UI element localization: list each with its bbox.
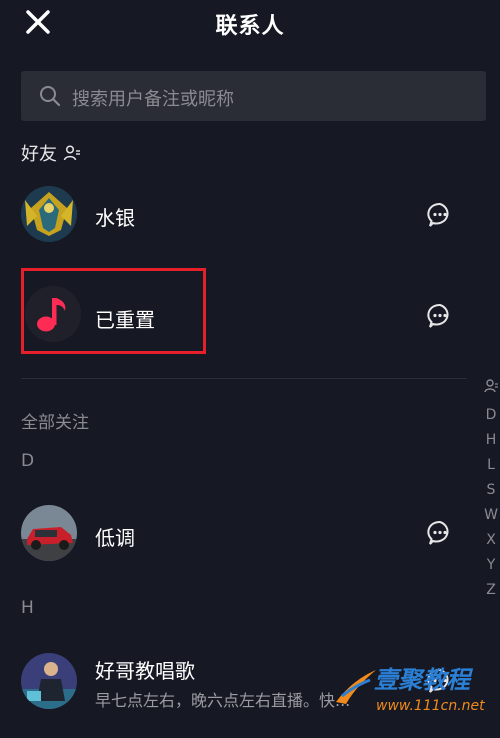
avatar (21, 653, 77, 709)
friends-user-icon (63, 145, 80, 161)
index-letter[interactable]: X (481, 528, 500, 553)
message-button[interactable] (427, 303, 453, 329)
friend-name: 水银 (95, 206, 135, 230)
chat-bubble-icon (427, 304, 449, 328)
list-item-friend-1[interactable]: 水银 (0, 183, 480, 247)
friends-label-text: 好友 (21, 144, 57, 165)
message-button[interactable] (427, 202, 453, 228)
following-section-label: 全部关注 (21, 413, 89, 433)
index-letter[interactable]: Y (481, 553, 500, 578)
watermark: 壹聚教程 www.111cn.net (334, 660, 500, 738)
group-letter-h: H (21, 598, 34, 618)
search-placeholder: 搜索用户备注或昵称 (72, 89, 234, 110)
divider (21, 378, 467, 379)
chat-bubble-icon (427, 203, 449, 227)
friends-section-label: 好友 (21, 140, 57, 166)
index-letter[interactable]: Z (481, 578, 500, 603)
watermark-url: www.111cn.net (376, 698, 485, 714)
page-title: 联系人 (215, 14, 285, 39)
avatar-image (21, 186, 77, 242)
watermark-text: 壹聚教程 (374, 666, 470, 694)
watermark-swoosh-icon (336, 670, 376, 704)
index-letter[interactable]: H (481, 428, 500, 453)
following-subtitle: 早七点左右，晚六点左右直播。快... (95, 691, 351, 710)
index-letter[interactable]: D (481, 403, 500, 428)
index-letter[interactable]: S (481, 478, 500, 503)
list-item-following-1[interactable]: 低调 (0, 502, 480, 566)
user-icon (484, 379, 498, 393)
avatar-image (21, 505, 77, 561)
index-letter[interactable]: W (481, 503, 500, 528)
search-input[interactable]: 搜索用户备注或昵称 (21, 71, 486, 121)
following-name: 好哥教唱歌 (95, 659, 195, 683)
highlight-box (21, 268, 206, 354)
alphabet-index[interactable]: D H L S W X Y Z (481, 378, 500, 603)
avatar (21, 186, 77, 242)
message-button[interactable] (427, 520, 453, 546)
avatar-image (21, 653, 77, 709)
following-name: 低调 (95, 526, 135, 550)
chat-bubble-icon (427, 521, 449, 545)
avatar (21, 505, 77, 561)
index-friends-icon[interactable] (481, 378, 500, 403)
search-icon (40, 86, 61, 107)
index-letter[interactable]: L (481, 453, 500, 478)
group-letter-d: D (21, 451, 35, 471)
